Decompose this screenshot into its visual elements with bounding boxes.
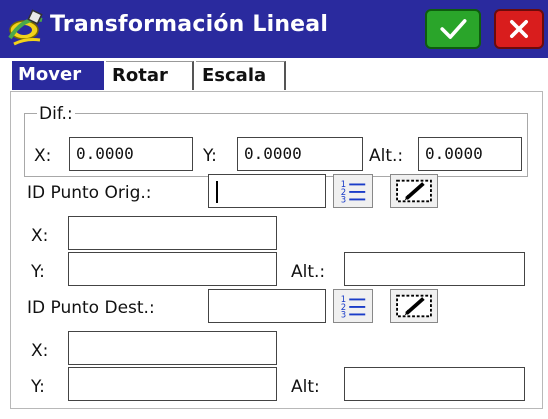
- dest-edit-button[interactable]: [390, 289, 438, 323]
- dest-y-label: Y:: [31, 377, 45, 397]
- close-button[interactable]: [494, 9, 544, 49]
- dest-alt-field[interactable]: [344, 367, 525, 401]
- origin-edit-button[interactable]: [390, 174, 438, 208]
- tab-escala[interactable]: Escala: [196, 61, 286, 90]
- origin-x-field[interactable]: [68, 216, 277, 250]
- tab-mover[interactable]: Mover: [12, 61, 104, 90]
- dif-x-label: X:: [34, 146, 52, 166]
- dif-x-field[interactable]: 0.0000: [69, 137, 193, 171]
- tab-rotar[interactable]: Rotar: [106, 61, 194, 90]
- dest-x-label: X:: [31, 341, 49, 361]
- dif-y-field[interactable]: 0.0000: [237, 137, 363, 171]
- text-caret: [216, 181, 218, 203]
- dest-id-label: ID Punto Dest.:: [27, 298, 155, 318]
- dest-y-field[interactable]: [68, 367, 277, 401]
- origin-id-field[interactable]: [208, 174, 326, 208]
- edit-icon: [396, 179, 432, 203]
- origin-id-label: ID Punto Orig.:: [27, 183, 152, 203]
- edit-icon: [396, 294, 432, 318]
- origin-alt-field[interactable]: [344, 252, 525, 286]
- close-icon: [510, 20, 528, 38]
- svg-text:3: 3: [341, 309, 346, 319]
- origin-alt-label: Alt.:: [291, 262, 326, 282]
- transform-dialog: Transformación Lineal Mover Rotar Escala…: [0, 0, 548, 419]
- ok-button[interactable]: [425, 9, 481, 49]
- dest-list-button[interactable]: 1 2 3: [333, 289, 373, 323]
- checkmark-icon: [440, 19, 467, 39]
- origin-y-label: Y:: [31, 262, 45, 282]
- list-icon: 1 2 3: [341, 179, 366, 204]
- origin-y-field[interactable]: [68, 252, 277, 286]
- dest-id-field[interactable]: [208, 289, 326, 323]
- dif-alt-label: Alt.:: [369, 146, 404, 166]
- list-icon: 1 2 3: [341, 294, 366, 319]
- origin-list-button[interactable]: 1 2 3: [333, 174, 373, 208]
- dif-y-label: Y:: [203, 146, 217, 166]
- title-bar: Transformación Lineal: [0, 0, 548, 58]
- tab-strip: Mover Rotar Escala: [0, 58, 548, 91]
- dest-alt-label: Alt:: [291, 377, 320, 397]
- dest-x-field[interactable]: [68, 331, 277, 365]
- window-title: Transformación Lineal: [50, 12, 329, 37]
- satellite-icon: [6, 8, 46, 48]
- svg-text:3: 3: [341, 194, 346, 204]
- difference-legend: Dif.:: [37, 104, 75, 124]
- dif-alt-field[interactable]: 0.0000: [418, 137, 522, 171]
- origin-x-label: X:: [31, 226, 49, 246]
